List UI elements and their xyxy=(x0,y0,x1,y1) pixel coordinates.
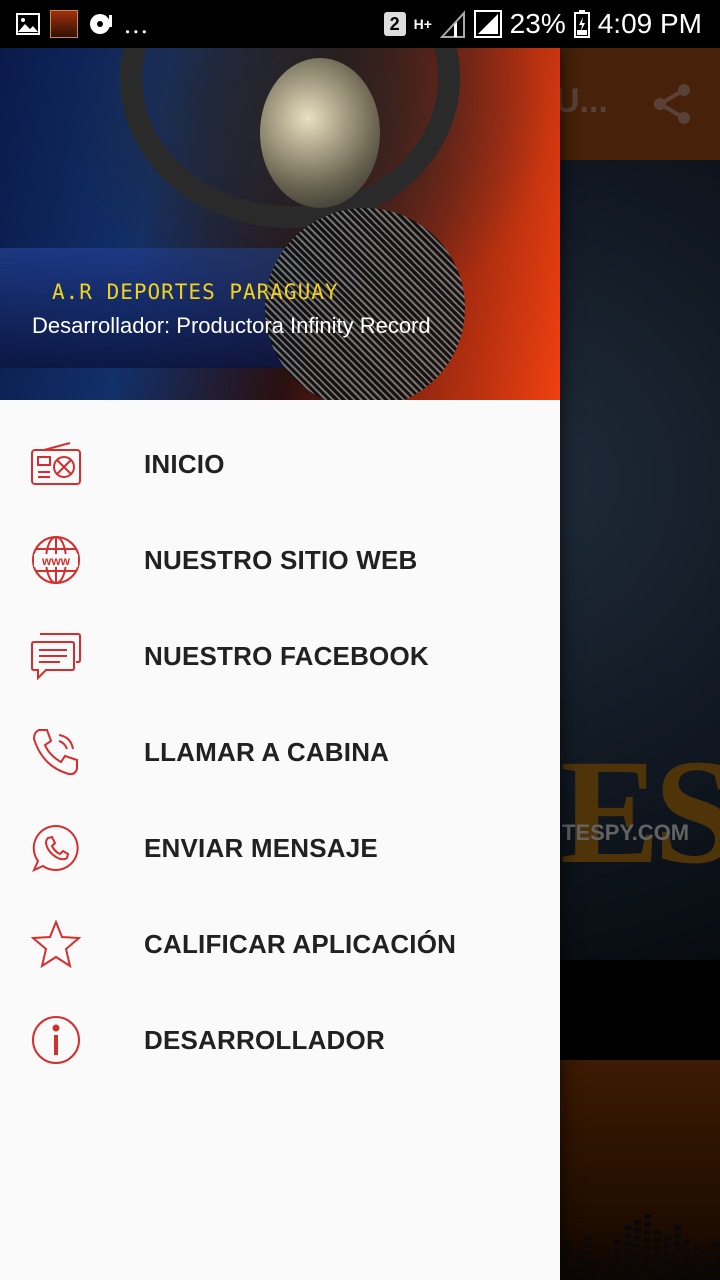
menu-label: LLAMAR A CABINA xyxy=(144,736,390,767)
signal-icon-2 xyxy=(473,10,502,38)
info-icon xyxy=(28,1012,84,1068)
network-type-label: H+ xyxy=(413,16,432,32)
menu-item-desarrollador[interactable]: DESARROLLADOR xyxy=(0,992,560,1088)
app-notification-icon xyxy=(50,10,78,38)
music-disc-icon xyxy=(90,14,112,34)
developer-credit: Desarrollador: Productora Infinity Recor… xyxy=(32,313,431,338)
sim-slot-badge: 2 xyxy=(383,12,406,36)
header-headphone-cup xyxy=(260,58,380,208)
menu-label: DESARROLLADOR xyxy=(144,1024,385,1055)
menu-item-llamar[interactable]: LLAMAR A CABINA xyxy=(0,704,560,800)
chat-bubbles-icon xyxy=(28,628,84,684)
more-notifications-indicator: ... xyxy=(124,7,150,40)
menu-label: INICIO xyxy=(144,448,225,479)
navigation-drawer: A.R DEPORTES PARAGUAY Desarrollador: Pro… xyxy=(0,48,560,1280)
www-globe-icon: www xyxy=(28,532,84,588)
menu-item-facebook[interactable]: NUESTRO FACEBOOK xyxy=(0,608,560,704)
menu-item-calificar[interactable]: CALIFICAR APLICACIÓN xyxy=(0,896,560,992)
menu-label: CALIFICAR APLICACIÓN xyxy=(144,928,457,959)
battery-percent: 23% xyxy=(509,8,566,39)
star-icon xyxy=(28,916,84,972)
drawer-header: A.R DEPORTES PARAGUAY Desarrollador: Pro… xyxy=(0,48,560,400)
menu-label: ENVIAR MENSAJE xyxy=(144,832,378,863)
app-name: A.R DEPORTES PARAGUAY xyxy=(52,280,339,304)
battery-icon xyxy=(573,10,590,38)
menu-label: NUESTRO FACEBOOK xyxy=(144,640,429,671)
gallery-notification-icon xyxy=(16,13,40,35)
menu-item-sitio-web[interactable]: www NUESTRO SITIO WEB xyxy=(0,512,560,608)
radio-icon xyxy=(28,436,84,492)
clock: 4:09 PM xyxy=(597,8,702,39)
menu-label: NUESTRO SITIO WEB xyxy=(144,544,418,575)
phone-icon xyxy=(28,724,84,780)
menu-item-enviar-mensaje[interactable]: ENVIAR MENSAJE xyxy=(0,800,560,896)
header-microphone-image xyxy=(265,208,465,400)
menu-item-inicio[interactable]: INICIO xyxy=(0,416,560,512)
whatsapp-icon xyxy=(28,820,84,876)
status-bar: ... 2 H+ 23% 4:09 PM xyxy=(0,0,720,48)
drawer-menu: INICIO www NUESTRO SITIO WEB NUESTRO FAC… xyxy=(0,400,560,1088)
svg-text:www: www xyxy=(41,554,71,568)
signal-icon xyxy=(439,10,465,38)
